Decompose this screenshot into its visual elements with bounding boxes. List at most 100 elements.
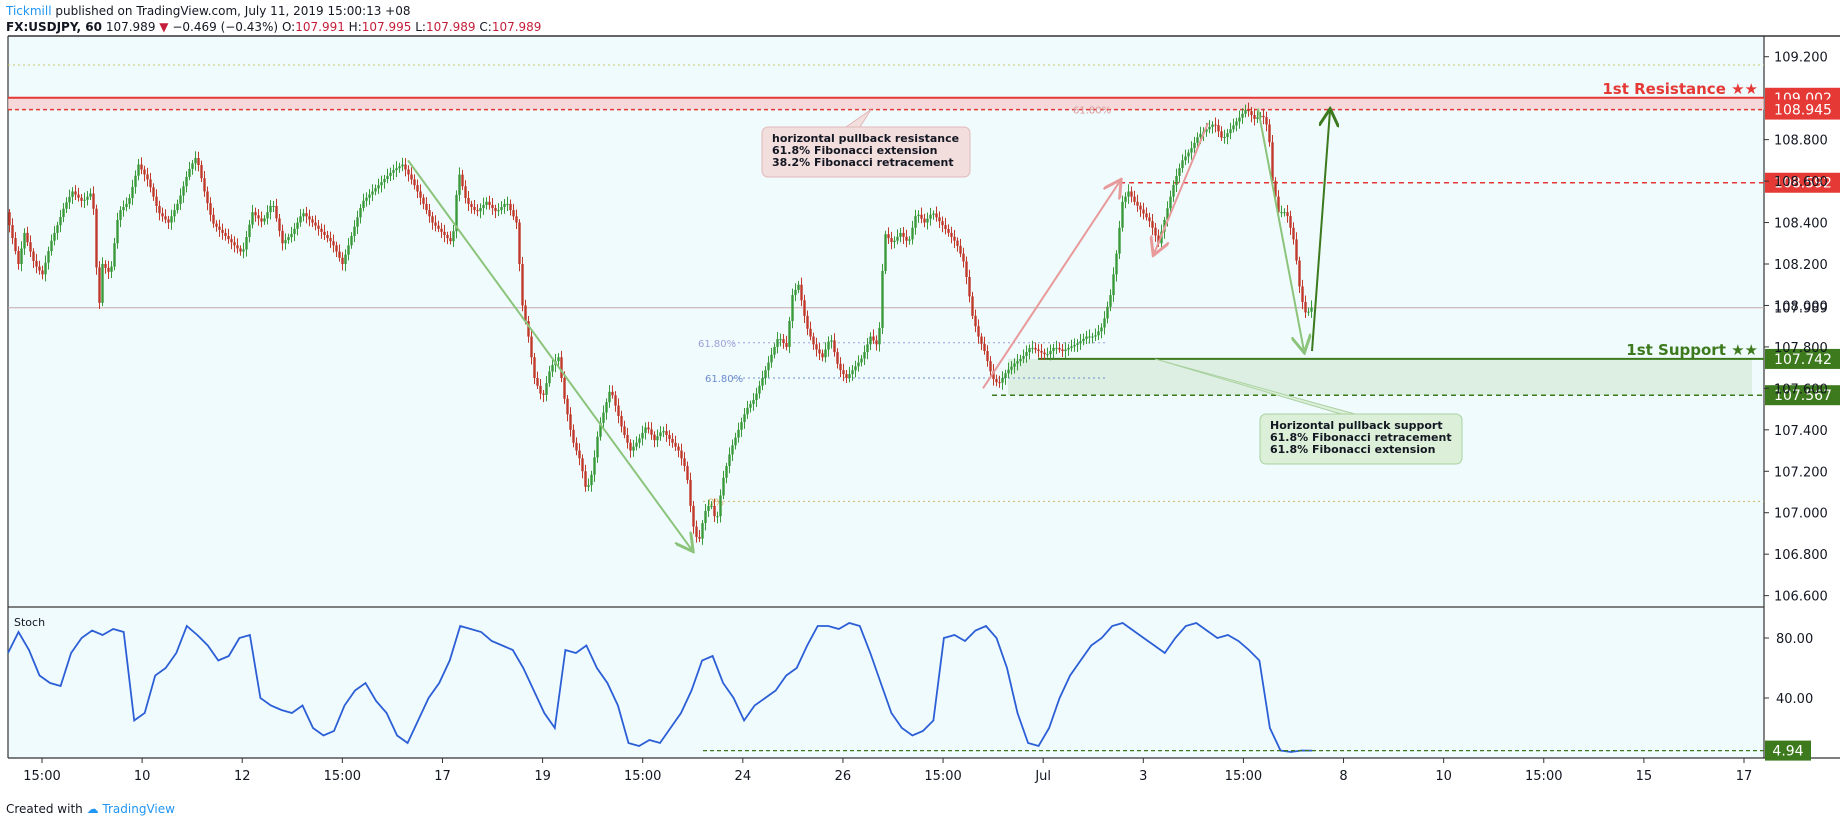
candle-body [803, 300, 806, 316]
candle-body [797, 284, 800, 290]
candle-body [782, 339, 785, 344]
candle-body [686, 466, 689, 480]
time-tick-label: 10 [1435, 769, 1452, 784]
candle-body [968, 276, 971, 297]
candle-body [152, 187, 155, 197]
tradingview-link[interactable]: TradingView [102, 802, 175, 816]
candle-body [188, 168, 191, 177]
candle-body [533, 357, 536, 378]
candle-body [182, 186, 185, 196]
candle-body [23, 232, 26, 249]
candle-body [1223, 137, 1226, 139]
candle-body [1025, 352, 1028, 356]
created-with-text: Created with [6, 802, 83, 816]
candle-body [44, 262, 47, 275]
candle-body [476, 210, 479, 212]
candle-body [200, 165, 203, 179]
candle-body [203, 178, 206, 192]
candle-body [431, 216, 434, 223]
candle-body [1106, 306, 1109, 319]
candle-body [776, 339, 779, 347]
candle-body [1046, 354, 1049, 356]
candle-body [278, 218, 281, 231]
candle-body [1097, 331, 1100, 336]
time-tick-label: 3 [1139, 769, 1147, 784]
candle-body [377, 185, 380, 189]
time-tick-label: 26 [835, 769, 852, 784]
stoch-title: Stoch [14, 616, 45, 629]
candle-body [1250, 111, 1253, 116]
candle-body [866, 344, 869, 353]
candle-body [236, 245, 239, 249]
candle-body [1292, 227, 1295, 240]
candle-body [131, 186, 134, 199]
candle-body [497, 210, 500, 212]
candle-body [8, 212, 11, 226]
candle-body [197, 158, 200, 166]
candle-body [161, 213, 164, 217]
price-level-tag-text: 108.945 [1774, 103, 1832, 119]
candle-body [1145, 213, 1148, 218]
candle-body [350, 236, 353, 246]
candle-body [74, 191, 77, 195]
candle-body [623, 426, 626, 435]
candle-body [47, 251, 50, 263]
fib-label: 61.80% [705, 374, 743, 385]
candle-body [980, 336, 983, 344]
candle-body [632, 446, 635, 451]
candle-body [740, 422, 743, 430]
candle-body [1100, 327, 1103, 332]
candle-body [1127, 191, 1130, 197]
candle-body [308, 216, 311, 220]
candle-body [1211, 124, 1214, 127]
candle-body [287, 237, 290, 241]
candle-body [1193, 142, 1196, 149]
candle-body [1286, 212, 1289, 217]
candle-body [146, 174, 149, 180]
candle-body [1265, 117, 1268, 125]
candle-body [1175, 175, 1178, 185]
candle-body [1280, 212, 1283, 214]
candle-body [1079, 341, 1082, 344]
candle-body [605, 402, 608, 413]
candle-body [1247, 109, 1250, 112]
candle-body [356, 217, 359, 227]
candle-body [1094, 335, 1097, 337]
candle-body [1130, 191, 1133, 197]
candle-body [218, 226, 221, 230]
candle-body [827, 341, 830, 350]
candle-body [83, 199, 86, 201]
candle-body [1133, 196, 1136, 202]
candle-body [1112, 274, 1115, 296]
candle-body [974, 315, 977, 327]
candle-body [347, 245, 350, 255]
candle-body [641, 432, 644, 439]
trading-chart[interactable]: Stoch 61.80%61.80%61.80%0%109.0021st Res… [0, 0, 1840, 790]
candle-body [932, 213, 935, 215]
candle-body [407, 169, 410, 175]
candle-body [1019, 358, 1022, 362]
candle-body [809, 328, 812, 337]
candle-body [506, 203, 509, 205]
candle-body [470, 203, 473, 207]
fib-label: 61.80% [1073, 106, 1111, 117]
candle-body [830, 340, 833, 342]
candle-body [1040, 351, 1043, 353]
candle-body [986, 351, 989, 362]
candle-body [212, 214, 215, 224]
candle-body [383, 179, 386, 183]
candle-body [77, 194, 80, 198]
candle-body [635, 442, 638, 447]
candle-body [95, 208, 98, 268]
candle-body [1298, 260, 1301, 287]
candle-body [566, 398, 569, 415]
candle-body [593, 457, 596, 475]
candle-body [413, 179, 416, 186]
candle-body [704, 511, 707, 524]
candle-body [17, 251, 20, 264]
candle-body [1304, 302, 1307, 313]
candle-body [602, 412, 605, 423]
candle-body [971, 296, 974, 316]
candle-body [515, 216, 518, 223]
candle-body [311, 219, 314, 223]
